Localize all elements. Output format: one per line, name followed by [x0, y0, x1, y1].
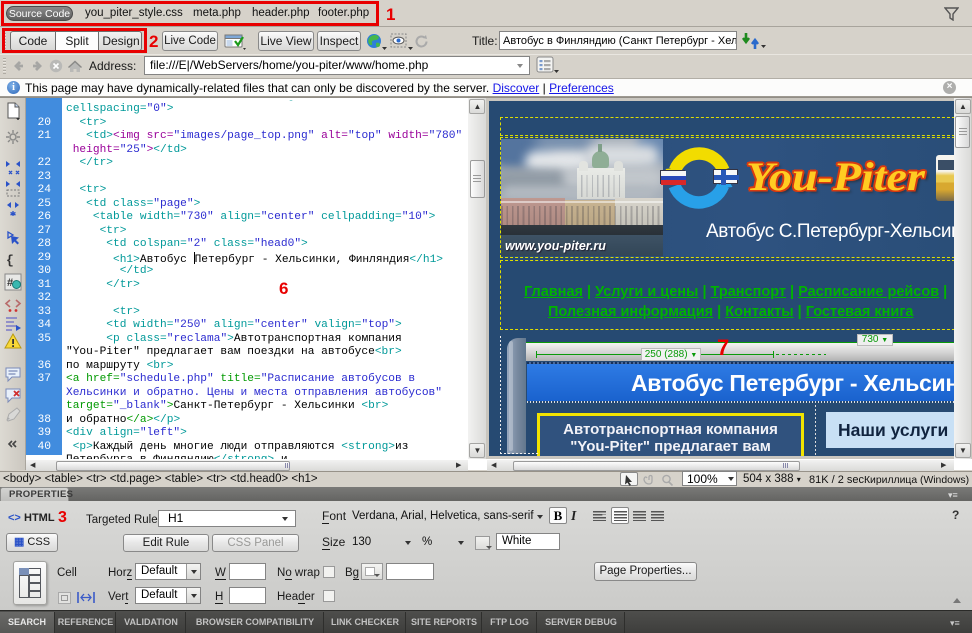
svg-text:{ }: { } — [6, 253, 22, 268]
svg-text:#: # — [7, 277, 13, 289]
